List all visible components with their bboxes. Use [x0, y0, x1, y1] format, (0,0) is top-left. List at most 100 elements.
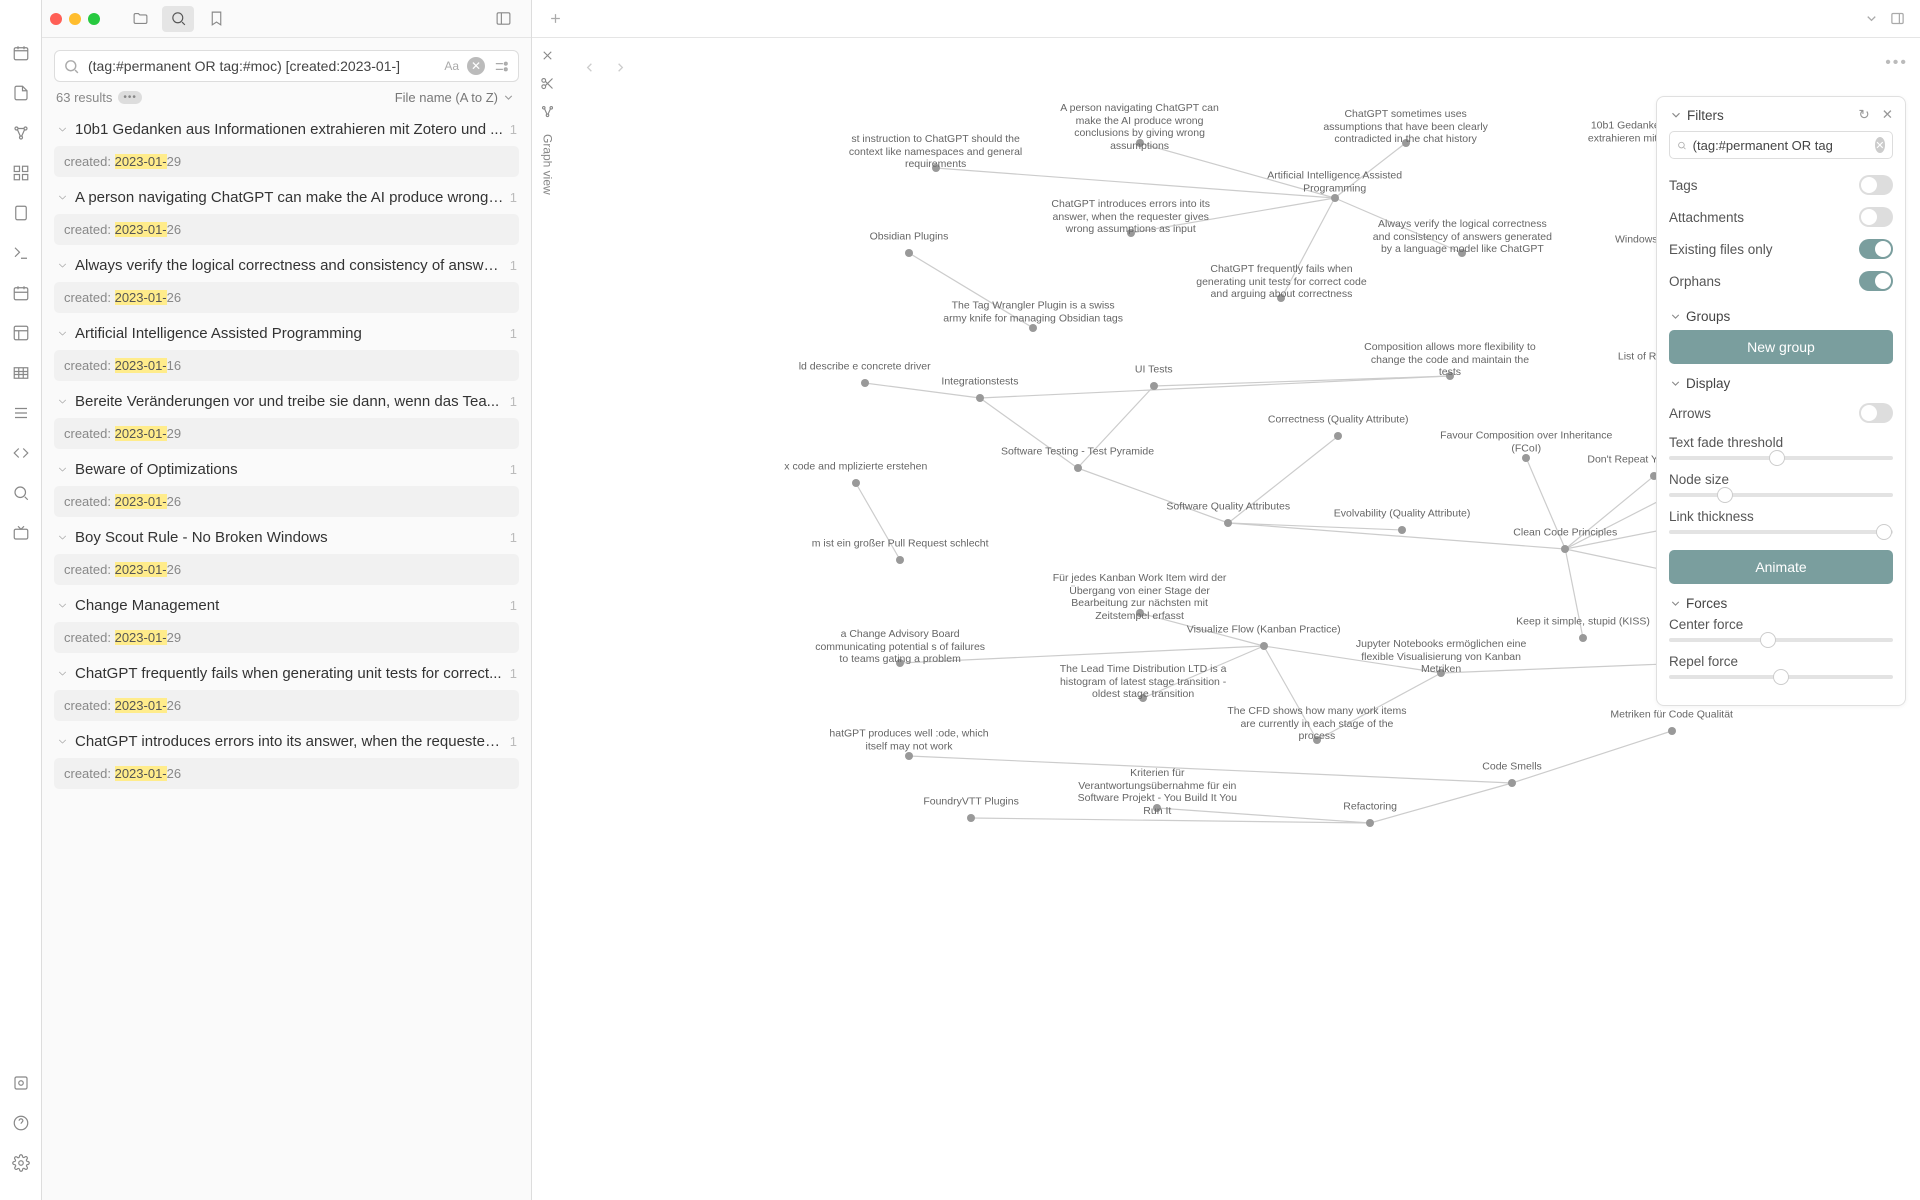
- rail-icon-grid[interactable]: [8, 160, 34, 186]
- rail-icon-code[interactable]: [8, 440, 34, 466]
- filter-search-input[interactable]: [1693, 138, 1869, 153]
- graph-node[interactable]: [1136, 139, 1144, 147]
- graph-node[interactable]: [1139, 694, 1147, 702]
- arrows-toggle[interactable]: [1859, 403, 1893, 423]
- toggle-switch[interactable]: [1859, 239, 1893, 259]
- graph-node[interactable]: [1437, 669, 1445, 677]
- graph-node[interactable]: [1366, 819, 1374, 827]
- graph-node[interactable]: [1277, 294, 1285, 302]
- list-item[interactable]: Always verify the logical correctness an…: [50, 249, 523, 282]
- slider-track[interactable]: [1669, 493, 1893, 497]
- rail-icon-search[interactable]: [8, 480, 34, 506]
- graph-node[interactable]: [1668, 727, 1676, 735]
- top-icon-bookmark[interactable]: [200, 6, 232, 32]
- rail-icon-file[interactable]: [8, 80, 34, 106]
- rail-icon-settings[interactable]: [8, 1150, 34, 1176]
- graph-node[interactable]: [1029, 324, 1037, 332]
- list-item[interactable]: Beware of Optimizations 1: [50, 453, 523, 486]
- toggle-switch[interactable]: [1859, 271, 1893, 291]
- rail-icon-table[interactable]: [8, 360, 34, 386]
- slider-track[interactable]: [1669, 638, 1893, 642]
- tab-dropdown-icon[interactable]: [1858, 6, 1884, 32]
- graph-node[interactable]: [1446, 372, 1454, 380]
- search-settings-icon[interactable]: [493, 58, 510, 75]
- rail-icon-list[interactable]: [8, 400, 34, 426]
- clear-search-icon[interactable]: ✕: [467, 57, 485, 75]
- graph-node[interactable]: [1508, 779, 1516, 787]
- rail-icon-layout[interactable]: [8, 320, 34, 346]
- list-item[interactable]: Artificial Intelligence Assisted Program…: [50, 317, 523, 350]
- graph-node-label: Metriken für Code Qualität: [1610, 709, 1733, 722]
- top-icon-folder[interactable]: [124, 6, 156, 32]
- rail-icon-calendar[interactable]: [8, 40, 34, 66]
- rail-icon-graph[interactable]: [8, 120, 34, 146]
- new-group-button[interactable]: New group: [1669, 330, 1893, 364]
- graph-node[interactable]: [896, 659, 904, 667]
- slider-track[interactable]: [1669, 675, 1893, 679]
- toggle-switch[interactable]: [1859, 175, 1893, 195]
- rail-icon-schedule[interactable]: [8, 280, 34, 306]
- animate-button[interactable]: Animate: [1669, 550, 1893, 584]
- top-icon-search[interactable]: [162, 6, 194, 32]
- rail-icon-vault[interactable]: [8, 1070, 34, 1096]
- slider-track[interactable]: [1669, 456, 1893, 460]
- sort-button[interactable]: File name (A to Z): [395, 90, 515, 105]
- list-item[interactable]: Bereite Veränderungen vor und treibe sie…: [50, 385, 523, 418]
- graph-node[interactable]: [1313, 736, 1321, 744]
- search-input[interactable]: [88, 58, 436, 74]
- reset-icon[interactable]: ↻: [1858, 107, 1869, 123]
- graph-node[interactable]: [1561, 545, 1569, 553]
- graph-node[interactable]: [1579, 634, 1587, 642]
- list-item[interactable]: ChatGPT frequently fails when generating…: [50, 657, 523, 690]
- graph-node[interactable]: [967, 814, 975, 822]
- clear-filter-icon[interactable]: ✕: [1875, 137, 1885, 153]
- maximize-dot[interactable]: [88, 13, 100, 25]
- rail-icon-help[interactable]: [8, 1110, 34, 1136]
- list-item[interactable]: A person navigating ChatGPT can make the…: [50, 181, 523, 214]
- graph-node[interactable]: [861, 379, 869, 387]
- graph-node[interactable]: [1136, 609, 1144, 617]
- scissors-icon[interactable]: [540, 76, 555, 94]
- graph-node[interactable]: [1522, 454, 1530, 462]
- minimize-dot[interactable]: [69, 13, 81, 25]
- rail-icon-terminal[interactable]: [8, 240, 34, 266]
- graph-node[interactable]: [1074, 464, 1082, 472]
- case-toggle[interactable]: Aa: [444, 59, 459, 73]
- sidebar-panel-icon[interactable]: [487, 6, 519, 32]
- graph-node[interactable]: [1260, 642, 1268, 650]
- slider-label: Node size: [1669, 472, 1893, 487]
- close-icon[interactable]: [540, 48, 555, 66]
- results-list[interactable]: 10b1 Gedanken aus Informationen extrahie…: [42, 113, 531, 1200]
- right-panel-icon[interactable]: [1884, 6, 1910, 32]
- graph-node[interactable]: [932, 164, 940, 172]
- graph-node[interactable]: [976, 394, 984, 402]
- list-item[interactable]: Change Management 1: [50, 589, 523, 622]
- toggle-switch[interactable]: [1859, 207, 1893, 227]
- graph-node[interactable]: [1153, 804, 1161, 812]
- list-item[interactable]: ChatGPT introduces errors into its answe…: [50, 725, 523, 758]
- slider-track[interactable]: [1669, 530, 1893, 534]
- close-panel-icon[interactable]: ✕: [1882, 107, 1893, 123]
- graph-node[interactable]: [896, 556, 904, 564]
- list-item[interactable]: Boy Scout Rule - No Broken Windows 1: [50, 521, 523, 554]
- rail-icon-tv[interactable]: [8, 520, 34, 546]
- graph-node[interactable]: [1127, 229, 1135, 237]
- graph-node[interactable]: [1331, 194, 1339, 202]
- close-dot[interactable]: [50, 13, 62, 25]
- chevron-down-icon: [56, 259, 69, 272]
- graph-node[interactable]: [1224, 519, 1232, 527]
- more-dots-icon[interactable]: •••: [118, 91, 142, 104]
- list-item[interactable]: 10b1 Gedanken aus Informationen extrahie…: [50, 113, 523, 146]
- graph-node[interactable]: [1150, 382, 1158, 390]
- add-tab-icon[interactable]: [542, 6, 568, 32]
- graph-node[interactable]: [1334, 432, 1342, 440]
- list-item-count: 1: [510, 258, 517, 273]
- graph-node[interactable]: [852, 479, 860, 487]
- graph-node[interactable]: [1458, 249, 1466, 257]
- graph-node[interactable]: [905, 249, 913, 257]
- rail-icon-page[interactable]: [8, 200, 34, 226]
- graph-mode-icon[interactable]: [540, 104, 555, 122]
- graph-node[interactable]: [1398, 526, 1406, 534]
- graph-node[interactable]: [905, 752, 913, 760]
- graph-node[interactable]: [1402, 139, 1410, 147]
